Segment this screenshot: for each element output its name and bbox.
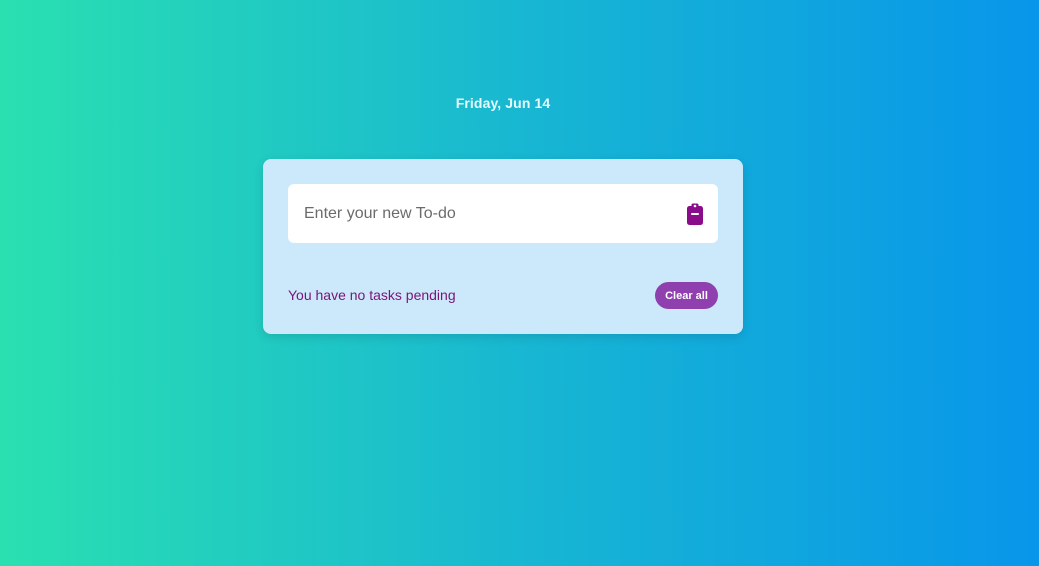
- date-heading: Friday, Jun 14: [455, 95, 551, 111]
- todo-input-wrapper: [288, 184, 718, 243]
- clipboard-icon[interactable]: [686, 203, 704, 225]
- todo-card: You have no tasks pending Clear all: [263, 159, 743, 334]
- clear-all-button[interactable]: Clear all: [655, 282, 718, 309]
- pending-status-text: You have no tasks pending: [288, 287, 456, 303]
- todo-input[interactable]: [288, 184, 674, 243]
